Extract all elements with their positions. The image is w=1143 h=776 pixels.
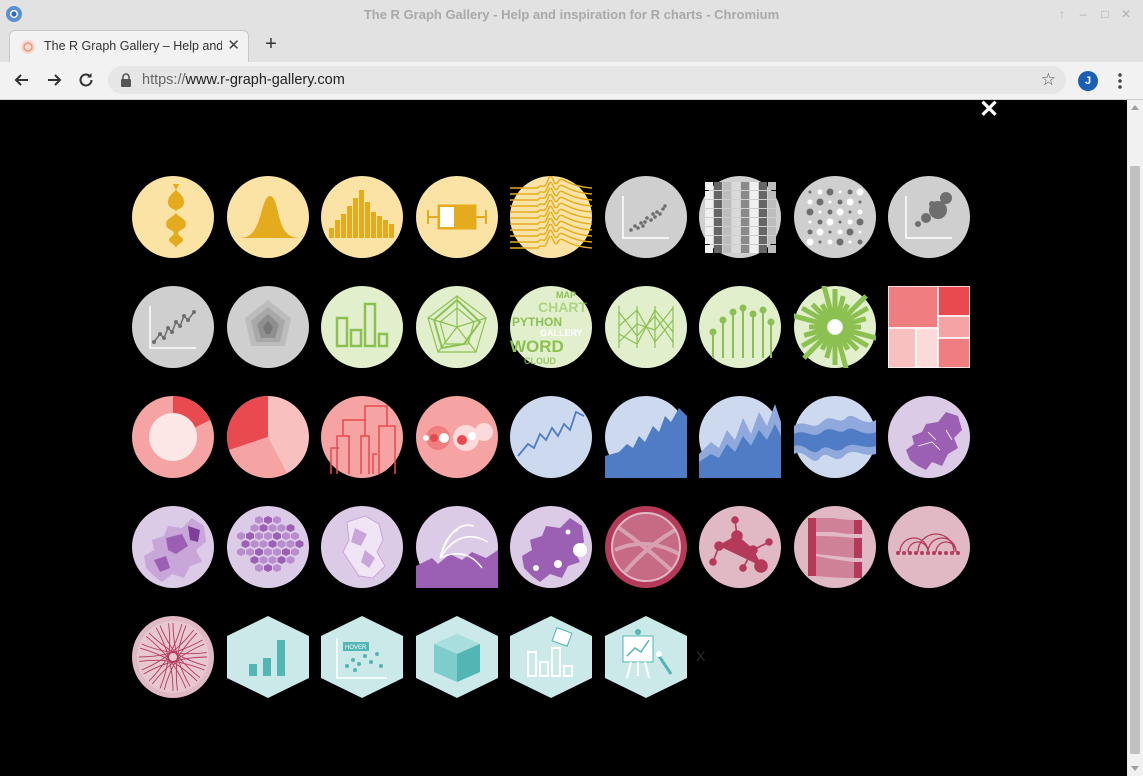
overlay-close-button[interactable]: ✕ — [979, 100, 999, 122]
animation-icon[interactable] — [510, 616, 592, 698]
tab-r-graph-gallery[interactable]: The R Graph Gallery – Help and inspirati… — [9, 30, 249, 62]
ridgeline-icon[interactable] — [510, 176, 592, 258]
pie-icon[interactable] — [226, 396, 309, 478]
svg-text:CLOUD: CLOUD — [524, 356, 556, 366]
choropleth-icon[interactable] — [132, 506, 214, 588]
spider-icon[interactable] — [415, 286, 498, 368]
arc-diagram-icon[interactable] — [888, 506, 970, 588]
maximize-button[interactable]: □ — [1098, 7, 1112, 21]
heatmap-icon[interactable] — [699, 176, 781, 258]
window-title: The R Graph Gallery - Help and inspirati… — [363, 7, 780, 22]
window-up-icon[interactable]: ↑ — [1055, 7, 1069, 21]
svg-text:HOVER: HOVER — [345, 645, 367, 651]
forward-icon[interactable] — [44, 70, 64, 90]
scatter-icon[interactable] — [604, 176, 687, 258]
svg-text:PYTHON: PYTHON — [512, 315, 562, 329]
page-viewport: ✕ CHART PYTHON GALLERY WORD CLOUD MAP HOVER X — [0, 100, 1127, 776]
stacked-area-icon[interactable] — [699, 396, 781, 478]
lock-icon — [121, 73, 131, 87]
tab-title: The R Graph Gallery – Help and inspirati… — [44, 39, 222, 53]
density-icon[interactable] — [226, 176, 309, 258]
bubble-map-icon[interactable] — [510, 506, 592, 588]
wordcloud-icon[interactable]: CHART PYTHON GALLERY WORD CLOUD MAP — [510, 286, 592, 368]
url-scheme: https:// — [142, 72, 186, 88]
address-bar[interactable]: https://www.r-graph-gallery.com ☆ — [108, 66, 1066, 94]
close-window-button[interactable]: ✕ — [1119, 7, 1133, 21]
network-icon[interactable] — [699, 506, 781, 588]
tab-close-icon[interactable]: ✕ — [227, 37, 240, 55]
streamchart-icon[interactable] — [793, 396, 876, 478]
violin-icon[interactable] — [132, 176, 214, 258]
barplot-icon[interactable] — [321, 286, 403, 368]
sankey-icon[interactable] — [793, 506, 876, 588]
caveat-icon[interactable] — [604, 616, 687, 698]
circle-packing-icon[interactable] — [415, 396, 498, 478]
reload-icon[interactable] — [76, 70, 96, 90]
doughnut-icon[interactable] — [132, 396, 214, 478]
boxplot-icon[interactable] — [415, 176, 498, 258]
interactive-icon[interactable]: HOVER — [321, 616, 403, 698]
hexbin-map-icon[interactable] — [226, 506, 309, 588]
connection-map-icon[interactable] — [415, 506, 498, 588]
bubble-icon[interactable] — [888, 176, 970, 258]
scrollbar-thumb[interactable] — [1130, 166, 1140, 754]
svg-text:MAP: MAP — [556, 290, 576, 300]
stray-x-label: X — [696, 648, 706, 664]
circular-barplot-icon[interactable] — [793, 286, 876, 368]
scroll-down-icon[interactable] — [1131, 766, 1139, 771]
bookmark-star-icon[interactable]: ☆ — [1041, 70, 1056, 90]
3d-icon[interactable] — [415, 616, 498, 698]
line-icon[interactable] — [510, 396, 592, 478]
favicon-icon — [21, 40, 35, 54]
density-2d-icon[interactable] — [226, 286, 309, 368]
menu-icon[interactable] — [1113, 71, 1127, 91]
connected-scatter-icon[interactable] — [132, 286, 214, 368]
back-icon[interactable] — [12, 70, 32, 90]
correlogram-icon[interactable] — [793, 176, 876, 258]
tab-strip: The R Graph Gallery – Help and inspirati… — [0, 29, 1143, 62]
window-titlebar: The R Graph Gallery - Help and inspirati… — [0, 0, 1143, 29]
map-icon[interactable] — [888, 396, 970, 478]
lollipop-icon[interactable] — [699, 286, 781, 368]
histogram-icon[interactable] — [321, 176, 403, 258]
ggplot2-icon[interactable] — [226, 616, 309, 698]
chord-icon[interactable] — [604, 506, 687, 588]
url-host: www.r-graph-gallery.com — [185, 72, 345, 88]
treemap-icon[interactable] — [888, 286, 970, 368]
browser-toolbar: https://www.r-graph-gallery.com ☆ J — [0, 62, 1143, 100]
vertical-scrollbar[interactable] — [1127, 100, 1143, 776]
cartogram-icon[interactable] — [321, 506, 403, 588]
parallel-icon[interactable] — [604, 286, 687, 368]
url-text[interactable]: https://www.r-graph-gallery.com — [142, 72, 345, 88]
svg-text:CHART: CHART — [538, 299, 587, 315]
dendrogram-icon[interactable] — [321, 396, 403, 478]
svg-text:WORD: WORD — [510, 337, 564, 356]
area-icon[interactable] — [604, 396, 687, 478]
minimize-button[interactable]: – — [1076, 7, 1090, 21]
new-tab-button[interactable]: + — [260, 33, 282, 55]
edge-bundling-icon[interactable] — [132, 616, 214, 698]
profile-avatar[interactable]: J — [1078, 71, 1098, 91]
scroll-up-icon[interactable] — [1131, 105, 1139, 110]
